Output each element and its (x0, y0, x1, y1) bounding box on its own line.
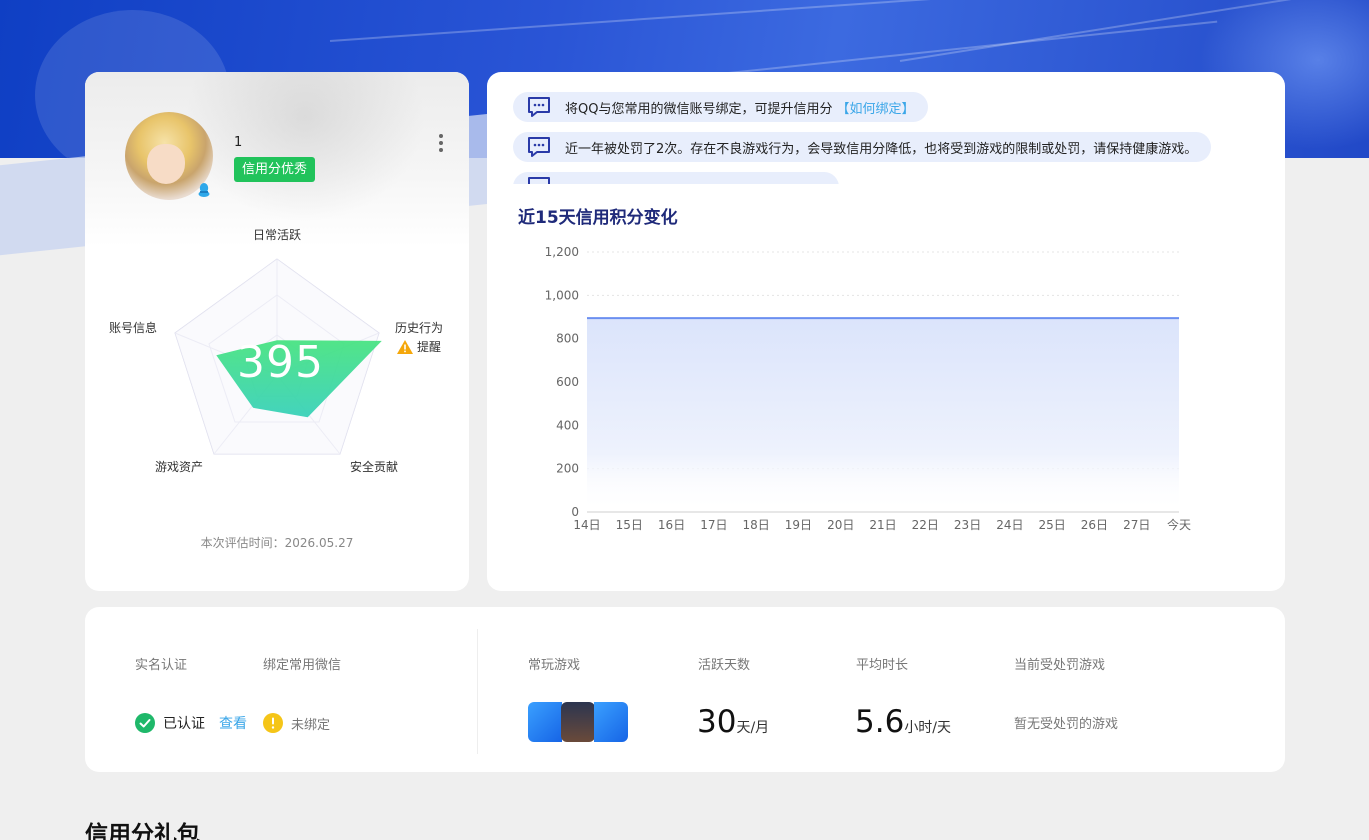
radar-label-account-info: 账号信息 (109, 321, 158, 335)
wechat-value: 未绑定 (291, 717, 331, 733)
how-to-bind-link[interactable]: 【如何绑定】 (836, 98, 914, 117)
active-days-label: 活跃天数 (698, 658, 751, 673)
chart-area-fill (587, 318, 1179, 512)
profile-card: 1 信用分优秀 日常活跃 历史行为 安全贡献 游戏资产 账号信息 提醒 395 … (85, 72, 469, 591)
history-warning[interactable]: 提醒 (397, 338, 441, 355)
chart-x-tick-label: 25日 (1039, 518, 1066, 532)
chart-x-tick-label: 14日 (573, 518, 600, 532)
realname-status: 已认证 查看 (135, 713, 247, 733)
message-icon (528, 177, 550, 184)
active-days-number: 30 (697, 704, 737, 740)
gift-section-title: 信用分礼包 (85, 822, 200, 840)
message-icon (528, 97, 550, 117)
realname-value: 已认证 (163, 716, 205, 732)
chart-x-tick-label: 20日 (827, 518, 854, 532)
chart-x-tick-label: 23日 (954, 518, 981, 532)
chart-y-tick-label: 800 (556, 332, 579, 346)
notice-list: 将QQ与您常用的微信账号绑定，可提升信用分 【如何绑定】 近一年被处罚了2次。存… (513, 92, 1273, 184)
view-realname-link[interactable]: 查看 (219, 713, 247, 733)
chart-y-tick-label: 200 (556, 462, 579, 476)
chart-title: 近15天信用积分变化 (518, 208, 678, 228)
score-line-chart: 0 200 400 600 800 1,000 1,200 14日 15日 16日 17日 18日 1… (545, 245, 1191, 532)
avatar-face (147, 144, 185, 184)
chart-y-tick-label: 600 (556, 375, 579, 389)
evaluation-time: 本次评估时间：2026.05.27 (200, 536, 354, 550)
chart-x-tick-label: 16日 (658, 518, 685, 532)
nickname: 1 (234, 135, 243, 150)
stats-card: 实名认证 绑定常用微信 已认证 查看 未绑定 常玩游戏 活跃天数 30天/月 平… (85, 607, 1285, 772)
radar-label-security: 安全贡献 (350, 460, 399, 474)
stats-divider (477, 629, 478, 754)
qq-icon (198, 183, 210, 197)
credit-level-badge: 信用分优秀 (234, 157, 316, 182)
chart-y-tick-label: 0 (571, 505, 579, 519)
games-label: 常玩游戏 (528, 658, 581, 673)
chart-x-tick-label: 21日 (869, 518, 896, 532)
avg-time-unit: 小时/天 (904, 720, 952, 736)
banner-stripe (329, 0, 949, 42)
avg-time-label: 平均时长 (856, 658, 909, 673)
radar-label-daily-activity: 日常活跃 (253, 228, 302, 242)
avg-time-number: 5.6 (855, 704, 905, 740)
chart-x-tick-label: 24日 (996, 518, 1023, 532)
chart-x-tick-label: 17日 (700, 518, 727, 532)
chart-y-tick-label: 1,200 (545, 245, 579, 259)
penalty-value: 暂无受处罚的游戏 (1014, 717, 1119, 732)
chart-x-tick-label: 27日 (1123, 518, 1150, 532)
credit-score: 395 (237, 337, 324, 388)
active-days-value: 30天/月 (697, 704, 769, 740)
radar-label-history: 历史行为 (395, 321, 444, 335)
frequent-games (528, 702, 628, 742)
message-icon (528, 137, 550, 157)
chart-x-tick-label: 今天 (1167, 517, 1191, 532)
wechat-status: 未绑定 (263, 713, 330, 733)
chart-x-tick-label: 18日 (743, 518, 770, 532)
realname-label: 实名认证 (135, 658, 188, 673)
notice-item: 近一年被处罚了2次。存在不良游戏行为，会导致信用分降低，也将受到游戏的限制或处罚… (513, 132, 1212, 162)
avg-time-value: 5.6小时/天 (855, 704, 951, 740)
notice-item-partial (513, 172, 839, 184)
chart-y-tick-label: 1,000 (545, 288, 579, 302)
chart-y-tick-label: 400 (556, 418, 579, 432)
chart-x-tick-label: 19日 (785, 518, 812, 532)
chart-x-tick-label: 22日 (912, 518, 939, 532)
warning-label: 提醒 (417, 340, 442, 354)
penalty-label: 当前受处罚游戏 (1014, 658, 1106, 673)
active-days-unit: 天/月 (736, 720, 770, 736)
warning-circle-icon (263, 713, 283, 733)
game-icon[interactable] (561, 702, 595, 742)
chart-x-tick-label: 15日 (616, 518, 643, 532)
radar-label-game-assets: 游戏资产 (155, 460, 204, 474)
score-chart-card: 将QQ与您常用的微信账号绑定，可提升信用分 【如何绑定】 近一年被处罚了2次。存… (487, 72, 1285, 591)
warning-icon (397, 339, 413, 354)
notice-text: 将QQ与您常用的微信账号绑定，可提升信用分 (565, 101, 833, 117)
wechat-label: 绑定常用微信 (263, 658, 342, 673)
more-options-icon[interactable] (437, 134, 445, 156)
banner-stripe (699, 20, 1218, 77)
game-icon[interactable] (594, 702, 628, 742)
notice-item: 将QQ与您常用的微信账号绑定，可提升信用分 【如何绑定】 (513, 92, 929, 122)
notice-text: 近一年被处罚了2次。存在不良游戏行为，会导致信用分降低，也将受到游戏的限制或处罚… (565, 141, 1198, 157)
check-circle-icon (135, 713, 155, 733)
game-icon[interactable] (528, 702, 562, 742)
chart-x-tick-label: 26日 (1081, 518, 1108, 532)
